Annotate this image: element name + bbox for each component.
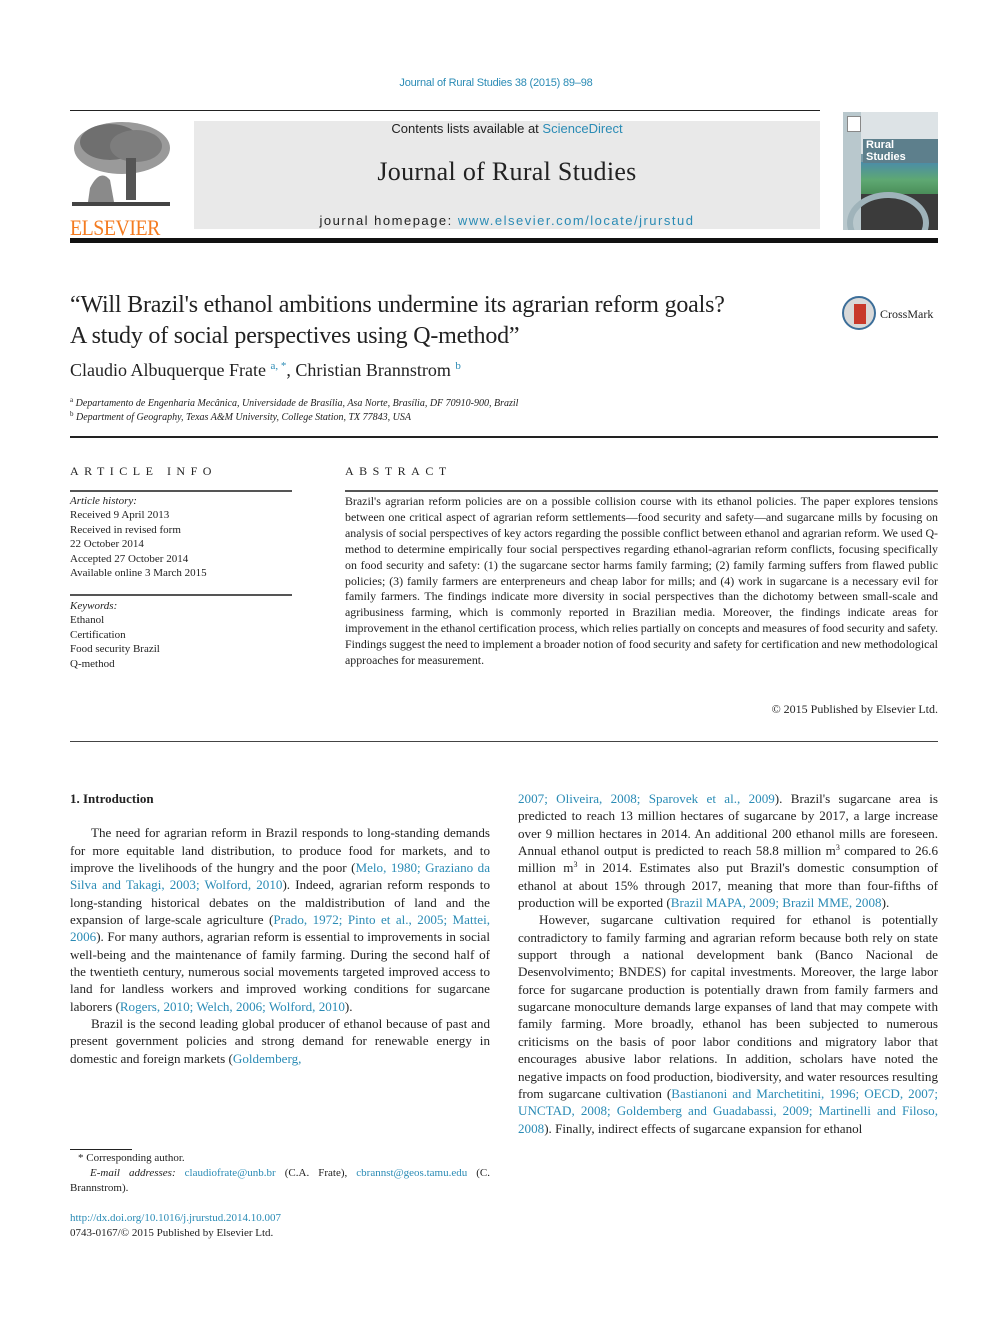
article-info-heading: ARTICLE INFO xyxy=(70,464,217,478)
email-label: E-mail addresses: xyxy=(90,1167,176,1179)
affiliation: b Department of Geography, Texas A&M Uni… xyxy=(70,410,411,423)
crossmark-button[interactable]: CrossMark xyxy=(842,296,942,336)
paragraph-text: ). Finally, indirect effects of sugarcan… xyxy=(544,1120,863,1136)
citation-link[interactable]: Rogers, 2010; Welch, 2006; Wolford, 2010 xyxy=(120,999,345,1014)
affiliation-mark: a xyxy=(70,396,74,404)
keywords-label: Keywords: xyxy=(70,600,118,612)
body-paragraph: However, sugarcane cultivation required … xyxy=(518,911,938,1136)
history-item: Available online 3 March 2015 xyxy=(70,567,207,580)
article-history: Article history: Received 9 April 2013 R… xyxy=(70,494,292,580)
abstract-divider xyxy=(345,490,938,492)
article-info-divider xyxy=(70,490,292,492)
journal-homepage-line: journal homepage: www.elsevier.com/locat… xyxy=(194,213,820,228)
masthead-thick-divider xyxy=(70,238,938,243)
journal-cover-image[interactable]: Rural Studies xyxy=(843,112,938,230)
footnote-divider xyxy=(70,1149,132,1150)
issn-copyright: 0743-0167/© 2015 Published by Elsevier L… xyxy=(70,1227,274,1239)
affiliation-mark: b xyxy=(70,410,74,418)
header-divider xyxy=(70,110,820,111)
author-affiliation-marks[interactable]: a, * xyxy=(270,360,286,372)
author-name[interactable]: Claudio Albuquerque Frate xyxy=(70,360,266,380)
article-title-line-2: A study of social perspectives using Q-m… xyxy=(70,323,520,349)
section-divider xyxy=(70,436,938,438)
cover-title: Rural Studies xyxy=(863,139,938,163)
footnotes: * Corresponding author. E-mail addresses… xyxy=(70,1151,490,1196)
history-item: 22 October 2014 xyxy=(70,538,144,551)
elsevier-wordmark: ELSEVIER xyxy=(70,215,160,240)
keyword: Food security Brazil xyxy=(70,643,160,656)
contents-prefix: Contents lists available at xyxy=(391,121,543,136)
doi-block: http://dx.doi.org/10.1016/j.jrurstud.201… xyxy=(70,1211,281,1241)
elsevier-tree-icon xyxy=(70,118,172,210)
body-column-right: 2007; Oliveira, 2008; Sparovek et al., 2… xyxy=(518,790,938,1137)
doi-link[interactable]: http://dx.doi.org/10.1016/j.jrurstud.201… xyxy=(70,1212,281,1224)
abstract-copyright: © 2015 Published by Elsevier Ltd. xyxy=(771,702,938,716)
paragraph-text: ). xyxy=(881,895,890,911)
journal-citation-link[interactable]: Journal of Rural Studies 38 (2015) 89–98 xyxy=(0,77,992,89)
email-link-brannstrom[interactable]: cbrannst@geos.tamu.edu xyxy=(356,1167,467,1179)
keyword: Q-method xyxy=(70,657,115,670)
keywords: Keywords: Ethanol Certification Food sec… xyxy=(70,599,292,671)
corresponding-author-note: * Corresponding author. xyxy=(78,1152,185,1164)
affiliation: a Departamento de Engenharia Mecânica, U… xyxy=(70,396,518,409)
paragraph-text: However, sugarcane cultivation required … xyxy=(518,912,938,1101)
body-paragraph: Brazil is the second leading global prod… xyxy=(70,1015,490,1067)
section-heading-introduction: 1. Introduction xyxy=(70,791,154,806)
author-affiliation-marks[interactable]: b xyxy=(455,360,461,372)
article-title-line-1: “Will Brazil's ethanol ambitions undermi… xyxy=(70,292,725,318)
crossmark-ribbon-icon xyxy=(854,304,866,324)
body-paragraph: The need for agrarian reform in Brazil r… xyxy=(70,824,490,1015)
crossmark-icon xyxy=(842,296,876,330)
citation-link[interactable]: Goldemberg, xyxy=(233,1051,302,1066)
sciencedirect-link[interactable]: ScienceDirect xyxy=(542,121,622,136)
journal-masthead: Contents lists available at ScienceDirec… xyxy=(194,121,820,229)
contents-available-line: Contents lists available at ScienceDirec… xyxy=(194,121,820,136)
email-owner: (C.A. Frate), xyxy=(275,1167,357,1179)
cover-elsevier-badge-icon xyxy=(847,116,861,132)
abstract-text: Brazil's agrarian reform policies are on… xyxy=(345,494,938,668)
elsevier-logo[interactable]: ELSEVIER xyxy=(70,118,172,239)
affiliation-text: Department of Geography, Texas A&M Unive… xyxy=(76,412,411,423)
homepage-prefix: journal homepage: xyxy=(319,213,458,228)
body-divider xyxy=(70,741,938,742)
abstract-heading: ABSTRACT xyxy=(345,464,452,478)
article-title: “Will Brazil's ethanol ambitions undermi… xyxy=(70,290,830,352)
article-history-label: Article history: xyxy=(70,495,137,507)
body-paragraph-continued: 2007; Oliveira, 2008; Sparovek et al., 2… xyxy=(518,790,938,911)
affiliation-text: Departamento de Engenharia Mecânica, Uni… xyxy=(75,398,519,409)
journal-homepage-link[interactable]: www.elsevier.com/locate/jrurstud xyxy=(458,213,695,228)
paragraph-text: ). xyxy=(344,998,353,1014)
journal-name: Journal of Rural Studies xyxy=(377,157,637,186)
keywords-divider xyxy=(70,594,292,596)
citation-link[interactable]: 2007; Oliveira, 2008; Sparovek et al., 2… xyxy=(518,791,775,806)
citation-link[interactable]: Brazil MAPA, 2009; Brazil MME, 2008 xyxy=(671,895,882,910)
history-item: Accepted 27 October 2014 xyxy=(70,552,189,565)
keyword: Certification xyxy=(70,628,126,641)
author-list: Claudio Albuquerque Frate a, *, Christia… xyxy=(70,360,461,381)
author-name[interactable]: Christian Brannstrom xyxy=(295,360,451,380)
email-addresses: E-mail addresses: claudiofrate@unb.br (C… xyxy=(70,1166,490,1196)
author-separator: , xyxy=(286,360,296,380)
history-item: Received 9 April 2013 xyxy=(70,509,170,522)
history-item: Received in revised form xyxy=(70,523,181,536)
email-link-frate[interactable]: claudiofrate@unb.br xyxy=(185,1167,276,1179)
crossmark-label: CrossMark xyxy=(880,307,934,321)
keyword: Ethanol xyxy=(70,614,105,627)
body-column-left: 1. Introduction The need for agrarian re… xyxy=(70,790,490,1067)
